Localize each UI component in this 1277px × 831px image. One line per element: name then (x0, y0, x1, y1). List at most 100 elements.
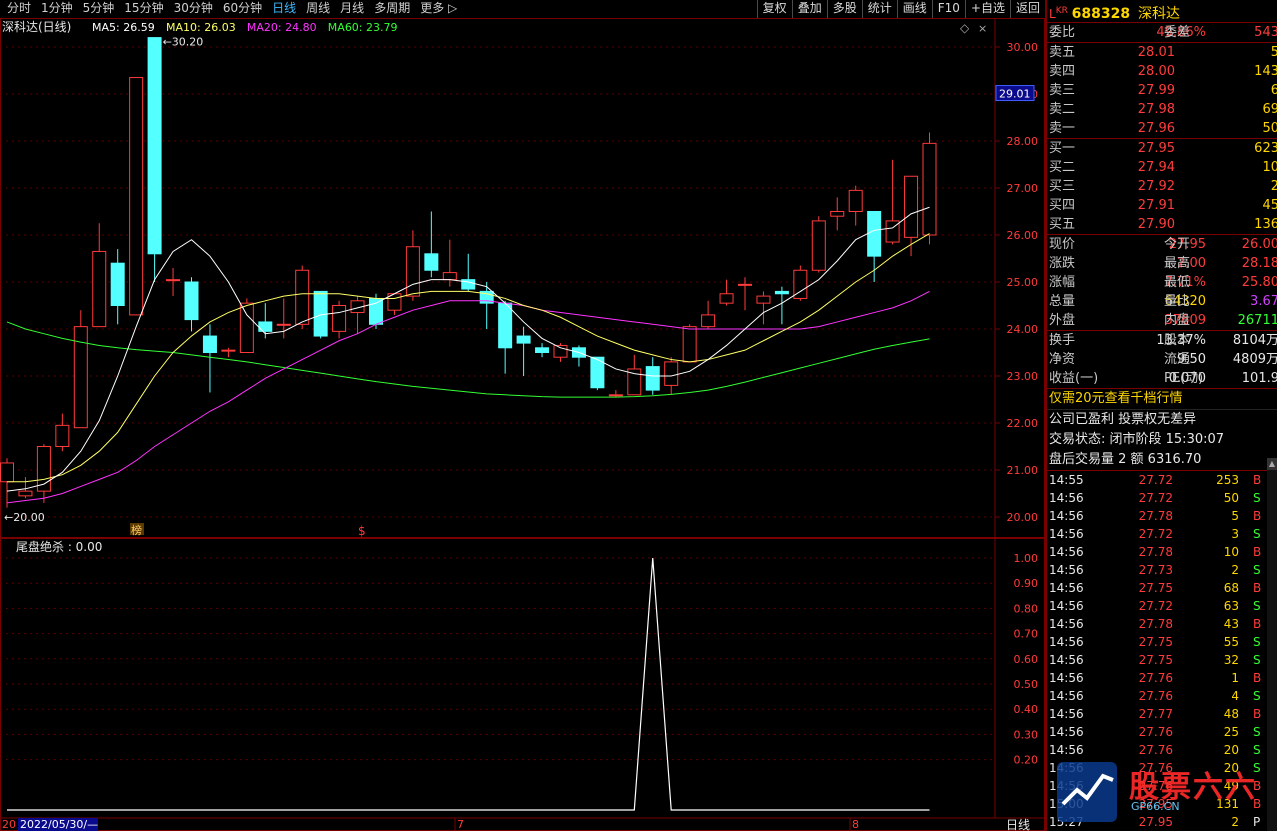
tick-direction: B (1253, 581, 1262, 595)
fundamental-row: 净资 9.50 流通 4809万 (1047, 350, 1277, 369)
candle-body (719, 293, 734, 304)
tick-list[interactable]: 14:5527.72253B1014:5627.7250S114:5627.78… (1047, 471, 1277, 831)
depth-row[interactable]: 卖三 27.99 6 (1047, 81, 1277, 100)
depth-row[interactable]: 卖二 27.98 69 (1047, 100, 1277, 119)
toolbar-button-4[interactable]: 画线 (896, 0, 932, 18)
dollar-marker[interactable]: $ (358, 524, 366, 538)
main-y-label: 26.00 (1007, 229, 1039, 242)
depth-row[interactable]: 买三 27.92 2 (1047, 177, 1277, 196)
tick-volume: 20 (1223, 743, 1239, 757)
toolbar-button-6[interactable]: +自选 (964, 0, 1010, 18)
tab-period-7[interactable]: 周线 (301, 0, 335, 18)
toolbar-button-5[interactable]: F10 (931, 0, 965, 18)
depth-row[interactable]: 卖一 27.96 50 (1047, 119, 1277, 138)
candle-body (922, 142, 937, 236)
tab-period-4[interactable]: 30分钟 (169, 0, 218, 18)
quote-label: 最高 (1164, 256, 1191, 271)
tick-row: 14:5627.7555S6 (1047, 633, 1277, 651)
diamond-icon[interactable]: ◇ (960, 21, 970, 35)
main-y-label: 22.00 (1007, 417, 1039, 430)
x-month-label: 8 (852, 818, 859, 831)
depth-row[interactable]: 买一 27.95 623 (1047, 139, 1277, 158)
toolbar-button-3[interactable]: 统计 (861, 0, 897, 18)
candle-body (424, 253, 439, 271)
sub-y-label: 0.70 (1014, 628, 1039, 641)
scroll-up-icon[interactable]: ▲ (1267, 458, 1277, 470)
tick-direction: B (1253, 779, 1262, 793)
depth-label: 买四 (1049, 198, 1076, 213)
depth-volume: 6 (1270, 83, 1277, 98)
tick-time: 14:56 (1049, 527, 1084, 541)
tick-volume: 253 (1216, 473, 1239, 487)
tick-volume: 48 (1223, 707, 1239, 721)
depth-label: 买一 (1049, 141, 1076, 156)
depth-row[interactable]: 卖四 28.00 143 (1047, 62, 1277, 81)
tick-direction: B (1253, 545, 1262, 559)
tab-period-8[interactable]: 月线 (335, 0, 369, 18)
tab-period-0[interactable]: 分时 (2, 0, 36, 18)
candle-body (442, 272, 457, 281)
quote-row: 涨幅 7.71% 最低 25.80 (1047, 273, 1277, 292)
depth-row[interactable]: 卖五 28.01 5 (1047, 43, 1277, 62)
depth-price: 28.00 (1137, 64, 1175, 79)
sub-y-label: 0.60 (1014, 653, 1039, 666)
tab-period-3[interactable]: 15分钟 (119, 0, 168, 18)
ma60-line (6, 321, 930, 398)
sub-y-label: 0.30 (1014, 728, 1039, 741)
depth-row[interactable]: 买四 27.91 45 (1047, 196, 1277, 215)
depth-volume: 10 (1262, 160, 1277, 175)
tick-time: 15:27 (1049, 815, 1084, 829)
tab-period-2[interactable]: 5分钟 (78, 0, 120, 18)
market-prefix-sup: KR (1055, 6, 1068, 16)
sub-y-label: 1.00 (1014, 552, 1039, 565)
tick-volume: 131 (1216, 797, 1239, 811)
depth-label: 卖三 (1049, 83, 1076, 98)
tick-direction: S (1253, 599, 1261, 613)
ma-legend-2: MA20: 24.80 (247, 21, 317, 34)
candle-body (92, 250, 107, 328)
main-chart-area[interactable]: 30.0029.0028.0027.0026.0025.0024.0023.00… (0, 18, 1045, 831)
tick-scrollbar[interactable] (1267, 458, 1277, 831)
ma5-line (6, 206, 930, 492)
close-icon[interactable]: × (978, 22, 987, 35)
tick-volume: 63 (1223, 599, 1239, 613)
depth-price: 27.95 (1137, 141, 1175, 156)
toolbar-button-1[interactable]: 叠加 (791, 0, 827, 18)
toolbar-button-7[interactable]: 返回 (1009, 0, 1045, 18)
candle-body (276, 323, 291, 326)
candle-body (202, 335, 217, 353)
toolbar-button-2[interactable]: 多股 (826, 0, 862, 18)
tab-period-6[interactable]: 日线 (267, 0, 301, 18)
tick-direction: S (1253, 689, 1261, 703)
depth-row[interactable]: 买二 27.94 10 (1047, 158, 1277, 177)
kline-chart[interactable]: 30.0029.0028.0027.0026.0025.0024.0023.00… (0, 18, 1045, 831)
tab-period-9[interactable]: 多周期 (369, 0, 415, 18)
tab-period-10[interactable]: 更多 ▷ (415, 0, 462, 18)
tick-direction: P (1253, 815, 1261, 829)
fundamental-label: 流通 (1164, 352, 1191, 367)
candles (0, 37, 937, 508)
quote-value: 26.00 (1241, 237, 1277, 252)
sub-y-label: 0.40 (1014, 703, 1039, 716)
depth-label: 卖四 (1049, 64, 1076, 79)
toolbar-button-0[interactable]: 复权 (756, 0, 792, 18)
x-period-label[interactable]: 日线 (1006, 818, 1030, 831)
tick-price: 27.95 (1138, 815, 1173, 829)
depth-label: 买二 (1049, 160, 1076, 175)
promo-link[interactable]: 仅需20元查看千档行情 (1047, 389, 1277, 410)
indicator-title: 尾盘绝杀 : 0.00 (16, 539, 102, 554)
tick-price: 27.72 (1138, 599, 1173, 613)
candle-body (405, 246, 420, 297)
tab-period-1[interactable]: 1分钟 (36, 0, 78, 18)
tick-row: 14:5627.723S1 (1047, 525, 1277, 543)
candle-body (664, 361, 679, 386)
candle-body (18, 490, 33, 497)
x-axis-stub: 20 (2, 818, 16, 831)
depth-row[interactable]: 买五 27.90 136 (1047, 215, 1277, 234)
depth-label: 卖一 (1049, 121, 1076, 136)
bang-marker[interactable]: 榜 (131, 523, 142, 537)
depth-volume: 143 (1254, 64, 1277, 79)
depth-volume: 50 (1262, 121, 1277, 136)
tick-row: 14:5627.761B1 (1047, 669, 1277, 687)
tab-period-5[interactable]: 60分钟 (218, 0, 267, 18)
